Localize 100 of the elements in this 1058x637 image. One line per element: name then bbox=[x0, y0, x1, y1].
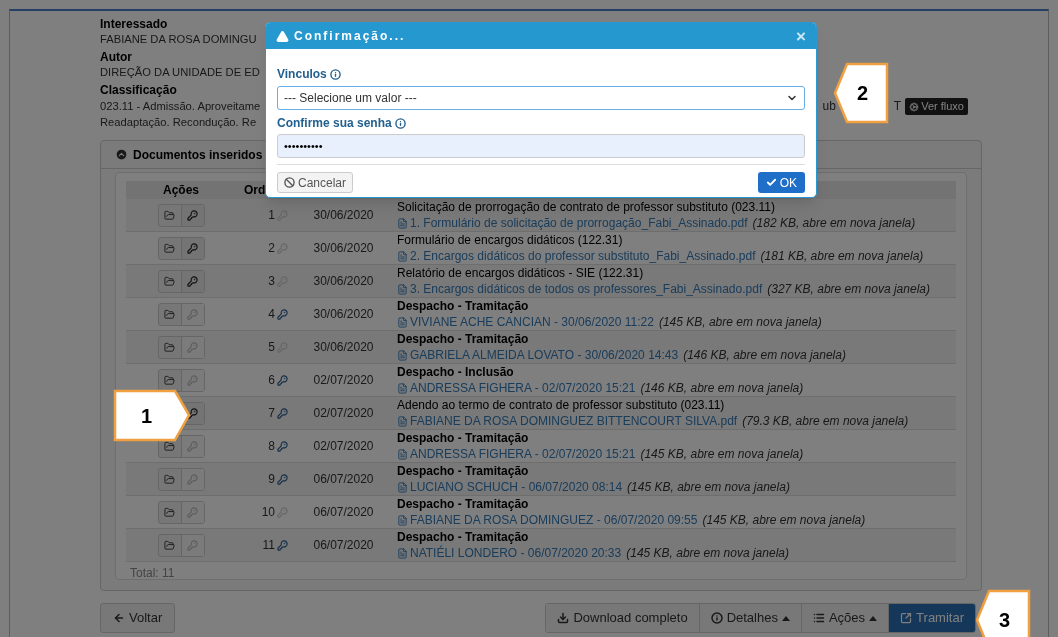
actions-button[interactable]: Ações bbox=[801, 604, 890, 632]
date-cell-text: 02/07/2020 bbox=[312, 372, 375, 389]
document-icon bbox=[397, 514, 408, 526]
document-link[interactable]: FABIANE DA ROSA DOMINGUEZ BITTENCOURT SILVA.pdf bbox=[410, 413, 738, 429]
order-number: 8 bbox=[268, 438, 275, 455]
file-size: (145 KB, abre em nova janela) bbox=[626, 545, 789, 561]
share-icon bbox=[900, 612, 913, 624]
document-title: Relatório de encargos didáticos - SIE (122.31) bbox=[397, 265, 645, 281]
close-button[interactable]: × bbox=[796, 27, 806, 45]
order-number: 9 bbox=[268, 471, 275, 488]
date-cell-text: 30/06/2020 bbox=[312, 339, 375, 356]
document-link[interactable]: 1. Formulário de solicitação de prorrogação_Fabi_Assinado.pdf bbox=[410, 215, 748, 231]
document-title: Despacho - Tramitação bbox=[397, 298, 530, 314]
folder-icon bbox=[164, 506, 175, 518]
info-icon bbox=[329, 68, 341, 80]
folder-icon bbox=[164, 209, 175, 221]
key-icon bbox=[187, 242, 198, 254]
document-icon bbox=[397, 250, 408, 262]
document-link[interactable]: VIVIANE ACHE CANCIAN - 30/06/2020 11:22 bbox=[410, 314, 654, 330]
document-icon bbox=[397, 217, 408, 229]
folder-icon bbox=[164, 341, 175, 353]
order-number: 2 bbox=[268, 240, 275, 257]
key-icon bbox=[187, 209, 198, 221]
field-label: Interessado bbox=[100, 17, 168, 32]
document-title: Formulário de encargos didáticos (122.31) bbox=[397, 232, 624, 248]
file-size: (146 KB, abre em nova janela) bbox=[683, 347, 846, 363]
folder-icon bbox=[164, 275, 175, 287]
key-icon[interactable] bbox=[277, 539, 288, 551]
document-icon bbox=[397, 316, 408, 328]
order-number: 11 bbox=[262, 537, 275, 554]
field-value: T bbox=[893, 99, 902, 114]
order-number: 6 bbox=[268, 372, 275, 389]
order-number: 3 bbox=[268, 273, 275, 290]
document-title: Adendo ao termo de contrato de professor substituto (023.11) bbox=[397, 397, 726, 413]
back-button[interactable]: Voltar bbox=[100, 603, 176, 633]
key-icon bbox=[187, 407, 198, 419]
folder-icon bbox=[164, 539, 175, 551]
field-value: Readaptação. Recondução. Re bbox=[100, 115, 257, 130]
link-select[interactable]: --- Selecione um valor --- bbox=[277, 86, 805, 110]
file-size: (182 KB, abre em nova janela) bbox=[752, 215, 916, 231]
callout-number: 3 bbox=[999, 608, 1011, 633]
arrow-left-icon bbox=[113, 612, 125, 624]
key-icon bbox=[187, 539, 198, 551]
document-title: Despacho - Tramitação bbox=[397, 463, 530, 479]
download-button[interactable]: Download completo bbox=[546, 604, 700, 632]
document-link[interactable]: 3. Encargos didáticos de todos os professores_Fabi_Assinado.pdf bbox=[410, 281, 763, 297]
order-number: 5 bbox=[268, 339, 275, 356]
document-link[interactable]: GABRIELA ALMEIDA LOVATO - 30/06/2020 14:43 bbox=[410, 347, 679, 363]
folder-icon bbox=[164, 242, 175, 254]
document-link[interactable]: ANDRESSA FIGHERA - 02/07/2020 15:21 bbox=[410, 446, 636, 462]
key-icon bbox=[187, 473, 198, 485]
file-size: (145 KB, abre em nova janela) bbox=[640, 446, 804, 462]
panel-title: Documentos inseridos bbox=[133, 146, 263, 164]
key-icon bbox=[187, 374, 198, 386]
date-cell-text: 06/07/2020 bbox=[312, 537, 375, 554]
list-icon bbox=[812, 612, 825, 624]
key-icon bbox=[187, 308, 198, 320]
order-number: 7 bbox=[268, 405, 275, 422]
collapse-icon[interactable] bbox=[115, 148, 128, 161]
ok-button[interactable]: OK bbox=[757, 172, 805, 193]
field-label: Autor bbox=[100, 50, 132, 65]
date-cell-text: 30/06/2020 bbox=[312, 207, 375, 224]
document-link[interactable]: NATIÉLI LONDERO - 06/07/2020 20:33 bbox=[410, 545, 622, 561]
key-icon[interactable] bbox=[277, 473, 288, 485]
cancel-button[interactable]: Cancelar bbox=[277, 172, 354, 193]
field-label: Classificação bbox=[100, 83, 177, 98]
document-icon bbox=[397, 547, 408, 559]
file-size: (145 KB, abre em nova janela) bbox=[702, 512, 866, 528]
document-link[interactable]: ANDRESSA FIGHERA - 02/07/2020 15:21 bbox=[410, 380, 636, 396]
document-link[interactable]: 2. Encargos didáticos do professor substituto_Fabi_Assinado.pdf bbox=[410, 248, 756, 264]
details-button[interactable]: Detalhes bbox=[699, 604, 802, 632]
document-link[interactable]: FABIANE DA ROSA DOMINGUEZ - 06/07/2020 09:55 bbox=[410, 512, 698, 528]
document-title: Despacho - Tramitação bbox=[397, 529, 530, 545]
password-field[interactable]: •••••••••• bbox=[277, 134, 805, 158]
document-title: Despacho - Tramitação bbox=[397, 430, 530, 446]
document-link[interactable]: LUCIANO SCHUCH - 06/07/2020 08:14 bbox=[410, 479, 623, 495]
key-icon[interactable] bbox=[277, 407, 288, 419]
key-icon bbox=[187, 440, 198, 452]
field-value: DIREÇÃO DA UNIDADE DE ED bbox=[100, 65, 260, 80]
dialog-title: Confirmação... bbox=[294, 28, 406, 45]
flow-button[interactable]: Ver fluxo bbox=[905, 98, 968, 115]
key-icon[interactable] bbox=[277, 374, 288, 386]
folder-icon bbox=[164, 308, 175, 320]
file-size: (181 KB, abre em nova janela) bbox=[760, 248, 924, 264]
send-button[interactable]: Tramitar bbox=[889, 604, 975, 632]
file-size: (146 KB, abre em nova janela) bbox=[640, 380, 804, 396]
document-icon bbox=[397, 415, 408, 427]
caret-icon bbox=[781, 615, 790, 621]
date-cell-text: 30/06/2020 bbox=[312, 240, 375, 257]
key-icon bbox=[187, 506, 198, 518]
key-icon bbox=[187, 341, 198, 353]
date-cell-text: 02/07/2020 bbox=[312, 405, 375, 422]
key-icon[interactable] bbox=[277, 308, 288, 320]
document-icon bbox=[397, 448, 408, 460]
key-icon[interactable] bbox=[277, 440, 288, 452]
cancel-icon bbox=[284, 177, 295, 188]
total-count: Total: 11 bbox=[130, 565, 176, 582]
caret-icon bbox=[869, 615, 878, 621]
date-cell-text: 06/07/2020 bbox=[312, 471, 375, 488]
folder-icon bbox=[164, 473, 175, 485]
